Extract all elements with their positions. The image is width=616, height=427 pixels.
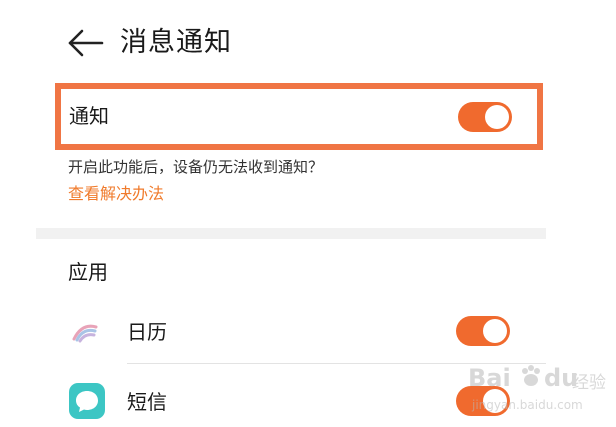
notification-row-label: 通知: [69, 104, 109, 128]
apps-section-title: 应用: [68, 260, 108, 284]
watermark-url: jingyan.baidu.com: [472, 398, 583, 412]
notification-toggle[interactable]: [458, 102, 512, 132]
app-name-sms: 短信: [127, 390, 167, 414]
paw-icon: [522, 365, 540, 386]
calendar-toggle[interactable]: [456, 316, 510, 346]
watermark-cn-text: 经验: [572, 373, 606, 393]
watermark-brand: Bai: [468, 364, 511, 392]
hint-text: 开启此功能后，设备仍无法收到通知？: [68, 158, 324, 176]
section-divider: [36, 228, 546, 239]
app-name-calendar: 日历: [127, 320, 167, 344]
view-solution-link[interactable]: 查看解决办法: [68, 183, 164, 205]
arrow-left-icon: [68, 29, 104, 57]
notification-row-highlight: 通知: [55, 83, 543, 150]
toggle-knob: [483, 319, 507, 343]
toggle-knob: [485, 105, 509, 129]
calendar-rainbow-icon: [68, 313, 106, 351]
notification-settings-page: 消息通知 通知 开启此功能后，设备仍无法收到通知？ 查看解决办法 应用 日历 短…: [0, 0, 616, 427]
app-row-calendar[interactable]: 日历: [36, 302, 546, 362]
baidu-watermark: Bai du 经验 jingyan.baidu.com: [468, 362, 608, 422]
back-button[interactable]: [66, 26, 106, 60]
page-title: 消息通知: [120, 27, 232, 58]
sms-bubble-icon: [68, 382, 106, 420]
